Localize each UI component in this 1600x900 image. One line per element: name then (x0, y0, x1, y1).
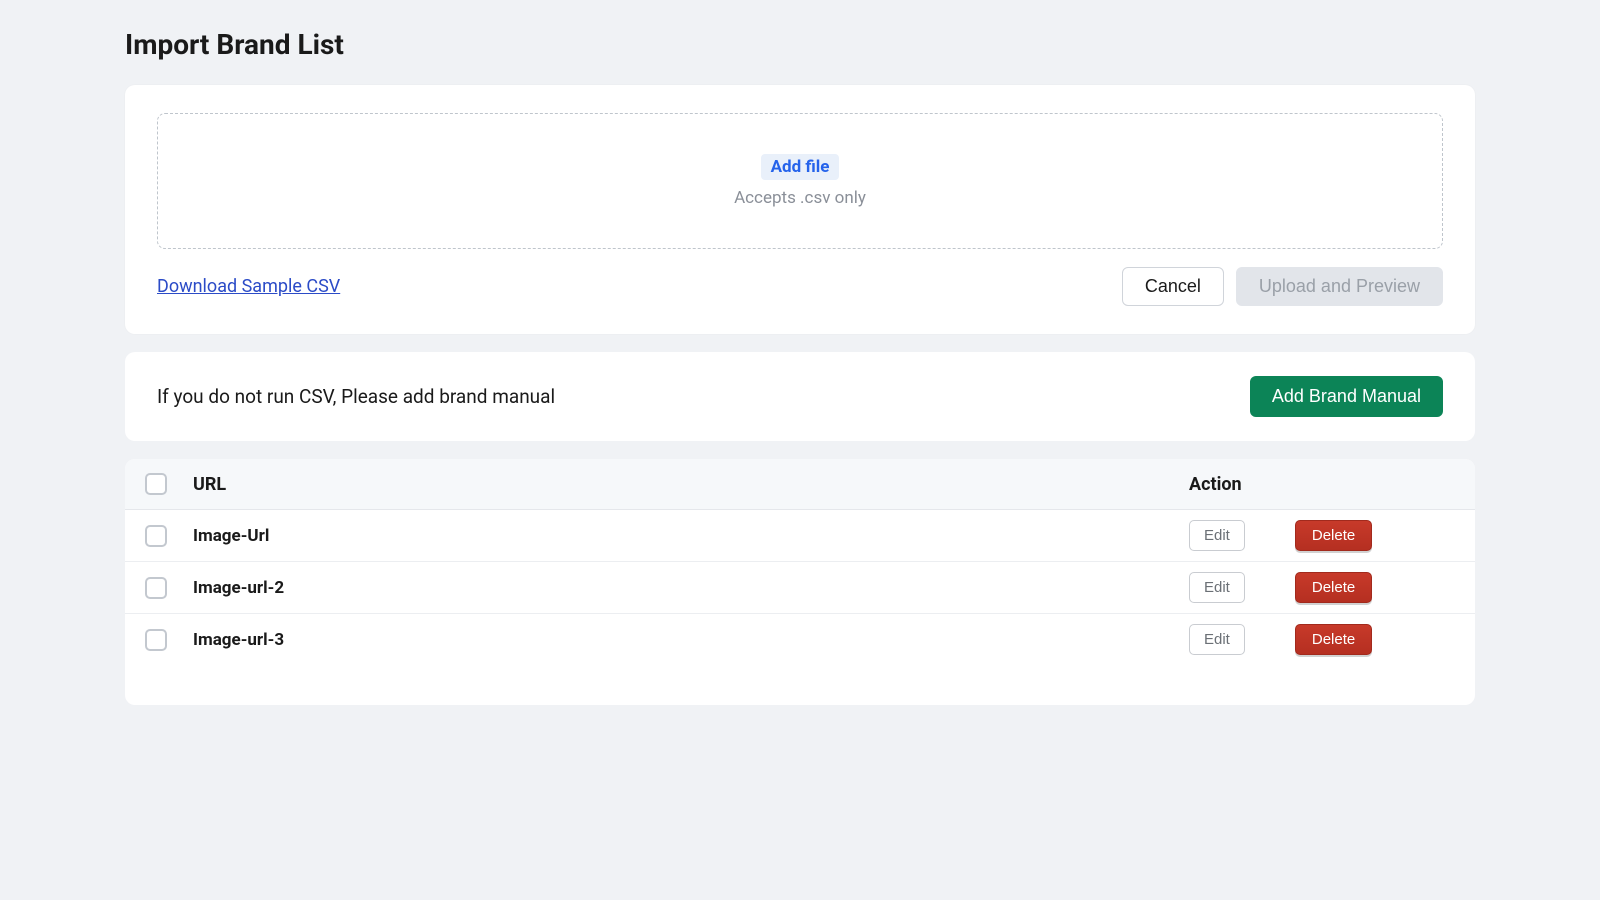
table-body: Image-Url Edit Delete Image-url-2 Edit D… (125, 510, 1475, 705)
table-row: Image-url-3 Edit Delete (125, 614, 1475, 665)
row-checkbox[interactable] (145, 577, 167, 599)
table-row: Image-url-2 Edit Delete (125, 562, 1475, 614)
row-url: Image-url-3 (193, 630, 1175, 650)
table-header: URL Action (125, 459, 1475, 510)
cancel-button[interactable]: Cancel (1122, 267, 1224, 306)
row-checkbox[interactable] (145, 525, 167, 547)
select-all-checkbox[interactable] (145, 473, 167, 495)
table-row: Image-Url Edit Delete (125, 510, 1475, 562)
delete-button[interactable]: Delete (1295, 572, 1372, 603)
upload-preview-button[interactable]: Upload and Preview (1236, 267, 1443, 306)
dropzone-subtext: Accepts .csv only (734, 188, 866, 208)
row-url: Image-url-2 (193, 578, 1175, 598)
header-url: URL (193, 474, 1175, 495)
manual-card: If you do not run CSV, Please add brand … (125, 352, 1475, 441)
upload-card: Add file Accepts .csv only Download Samp… (125, 85, 1475, 334)
file-dropzone[interactable]: Add file Accepts .csv only (157, 113, 1443, 249)
edit-button[interactable]: Edit (1189, 572, 1245, 603)
upload-actions: Download Sample CSV Cancel Upload and Pr… (157, 267, 1443, 306)
header-check-col (145, 473, 193, 495)
download-sample-link[interactable]: Download Sample CSV (157, 276, 340, 297)
add-brand-manual-button[interactable]: Add Brand Manual (1250, 376, 1443, 417)
edit-button[interactable]: Edit (1189, 520, 1245, 551)
manual-info-text: If you do not run CSV, Please add brand … (157, 385, 555, 408)
header-action: Action (1175, 474, 1455, 495)
brand-table: URL Action Image-Url Edit Delete Image-u… (125, 459, 1475, 705)
page-title: Import Brand List (125, 28, 1475, 61)
row-checkbox[interactable] (145, 629, 167, 651)
delete-button[interactable]: Delete (1295, 624, 1372, 655)
edit-button[interactable]: Edit (1189, 624, 1245, 655)
delete-button[interactable]: Delete (1295, 520, 1372, 551)
upload-button-row: Cancel Upload and Preview (1122, 267, 1443, 306)
row-url: Image-Url (193, 526, 1175, 546)
add-file-button[interactable]: Add file (761, 154, 840, 180)
